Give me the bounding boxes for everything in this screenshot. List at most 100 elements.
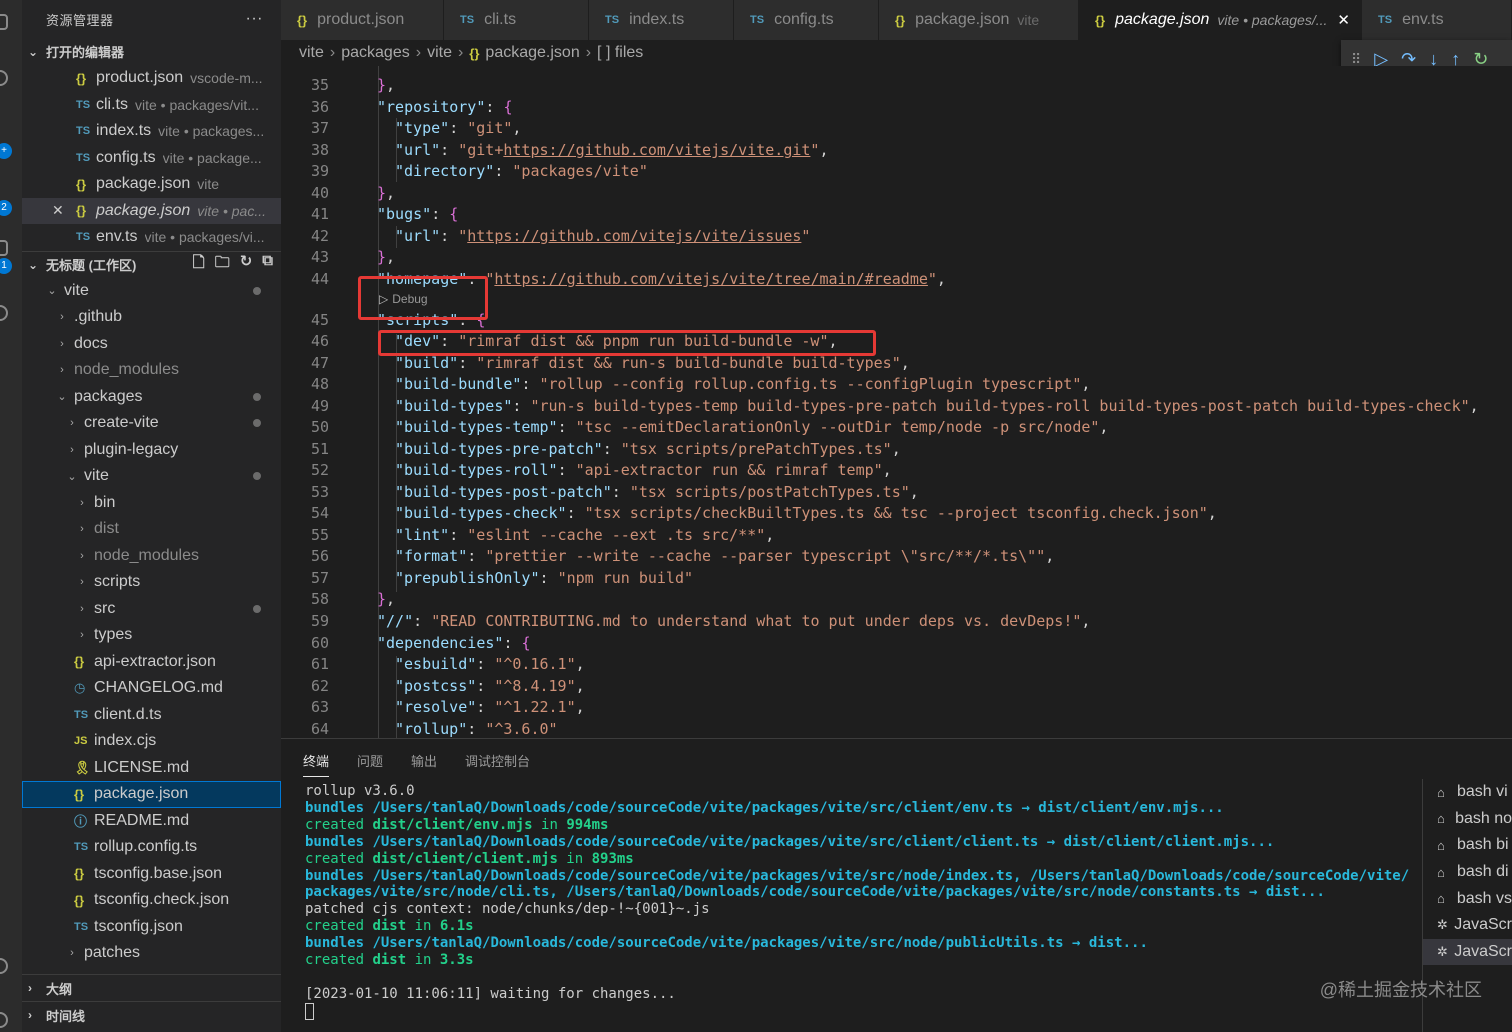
terminal-instance[interactable]: ✲ JavaScr [1423, 912, 1512, 939]
open-editor-name: env.ts [96, 228, 138, 246]
editor-tab[interactable]: TS index.ts [589, 0, 734, 40]
open-editor-item[interactable]: TS index.ts vite • packages... [22, 118, 281, 145]
code-line: "build-types-check": "tsx scripts/checkB… [395, 504, 1217, 522]
terminal-instance-label: bash bi [1457, 836, 1509, 854]
terminal-line [305, 969, 1415, 986]
tree-file[interactable]: TS tsconfig.json [22, 914, 281, 941]
terminal-output[interactable]: rollup v3.6.0 bundles /Users/tanlaQ/Downl… [305, 783, 1415, 1020]
drag-handle-icon[interactable]: ⠿ [1351, 51, 1361, 68]
tree-folder[interactable]: › src [22, 596, 281, 623]
editor-tab[interactable]: TS env.ts [1362, 0, 1512, 40]
settings-gear-icon[interactable] [0, 1012, 8, 1028]
tree-folder[interactable]: › patches [22, 940, 281, 967]
code-line: }, [377, 184, 396, 202]
tree-item-label: vite [64, 281, 89, 299]
open-editor-item[interactable]: {} package.json vite [22, 171, 281, 198]
code-editor[interactable]: 35}, 36 "repository": {37 "type": "git", 38 "… [281, 66, 1512, 738]
tree-folder[interactable]: › node_modules [22, 543, 281, 570]
tree-folder[interactable]: › scripts [22, 569, 281, 596]
refresh-icon[interactable]: ↻ [240, 252, 253, 277]
terminal-instance[interactable]: ⌂ bash no [1423, 806, 1512, 833]
tree-file[interactable]: {} tsconfig.check.json [22, 887, 281, 914]
open-editor-item[interactable]: TS config.ts vite • package... [22, 145, 281, 172]
open-editor-name: package.json [96, 175, 191, 193]
breadcrumb-symbol[interactable]: [ ] files [597, 44, 643, 62]
tree-file[interactable]: ⓘ README.md [22, 808, 281, 835]
breadcrumb-item[interactable]: vite [427, 44, 452, 62]
open-editor-item[interactable]: TS cli.ts vite • packages/vit... [22, 92, 281, 119]
editor-tab[interactable]: {} product.json [281, 0, 444, 40]
code-line: "build": "rimraf dist && run-s build-bun… [395, 354, 910, 372]
open-editor-item[interactable]: TS env.ts vite • packages/vi... [22, 224, 281, 251]
explorer-sidebar: 资源管理器 ··· ⌄ 打开的编辑器 {} product.json vscode-… [22, 0, 281, 1032]
tree-file[interactable]: {} api-extractor.json [22, 649, 281, 676]
line-number: 55 [310, 526, 329, 544]
line-number: 57 [310, 569, 329, 587]
tree-item-label: bin [94, 493, 116, 511]
tree-file[interactable]: TS rollup.config.ts [22, 834, 281, 861]
account-icon[interactable] [0, 958, 8, 974]
close-icon[interactable]: ✕ [1337, 11, 1350, 29]
timeline-header[interactable]: › 时间线 [22, 1001, 281, 1028]
tab-terminal[interactable]: 终端 [303, 751, 330, 777]
collapse-all-icon[interactable]: ⧉ [262, 252, 273, 277]
tree-folder[interactable]: › create-vite [22, 410, 281, 437]
explorer-icon[interactable] [0, 14, 8, 30]
terminal-instance[interactable]: ⌂ bash vi [1423, 779, 1512, 806]
tree-folder[interactable]: › .github [22, 304, 281, 331]
terminal-instance[interactable]: ✲ JavaScr [1423, 938, 1512, 966]
breadcrumb-item[interactable]: packages [341, 44, 410, 62]
terminal-text: patched cjs context: node/chunks/dep-!~{… [305, 901, 710, 918]
tab-problems[interactable]: 问题 [357, 751, 383, 777]
tree-file[interactable]: 🎗 LICENSE.md [22, 755, 281, 782]
open-editor-item[interactable]: ✕ {} package.json vite • pac... [22, 197, 281, 224]
breadcrumb-item[interactable]: vite [299, 44, 324, 62]
editor-tab[interactable]: {} package.json vite [879, 0, 1079, 40]
tree-file[interactable]: {} package.json [22, 781, 281, 808]
code-line: "build-types": "run-s build-types-temp b… [395, 397, 1479, 415]
tree-item-label: patches [84, 944, 141, 962]
tree-folder[interactable]: ⌄ vite [22, 463, 281, 490]
terminal-text: in [557, 850, 592, 867]
search-icon[interactable] [0, 70, 8, 86]
terminal-instance-label: bash vs [1456, 889, 1512, 907]
tree-folder[interactable]: › dist [22, 516, 281, 543]
line-number: 47 [310, 354, 329, 372]
new-folder-icon[interactable]: 🗀 [215, 252, 230, 277]
tab-label: env.ts [1402, 11, 1444, 28]
workspace-header[interactable]: ⌄ 无标题 (工作区) 🗋 🗀 ↻ ⧉ [22, 250, 281, 278]
editor-tab[interactable]: {} package.json vite • packages/... ✕ [1079, 0, 1362, 40]
tree-file[interactable]: ◷ CHANGELOG.md [22, 675, 281, 702]
tree-folder[interactable]: › plugin-legacy [22, 437, 281, 464]
tree-item-label: api-extractor.json [94, 652, 216, 670]
tree-folder[interactable]: › node_modules [22, 357, 281, 384]
outline-header[interactable]: › 大纲 [22, 974, 281, 1001]
editor-tab[interactable]: TS config.ts [734, 0, 879, 40]
tree-item-label: node_modules [94, 546, 199, 564]
breadcrumb-file[interactable]: package.json [485, 44, 579, 62]
close-icon[interactable]: ✕ [52, 202, 64, 219]
terminal-instance[interactable]: ⌂ bash vs [1423, 885, 1512, 912]
tree-file[interactable]: TS client.d.ts [22, 702, 281, 729]
chevron-right-icon: › [60, 337, 64, 350]
editor-tab[interactable]: TS cli.ts [444, 0, 589, 40]
tree-folder[interactable]: ⌄ vite [22, 278, 281, 305]
tree-folder[interactable]: › bin [22, 490, 281, 517]
tab-debug-console[interactable]: 调试控制台 [465, 751, 530, 777]
terminal-text: 3.3s [439, 952, 474, 969]
open-editor-item[interactable]: {} product.json vscode-m... [22, 65, 281, 92]
tree-folder[interactable]: › types [22, 622, 281, 649]
open-editors-header[interactable]: ⌄ 打开的编辑器 [22, 38, 281, 65]
more-actions-icon[interactable]: ··· [246, 10, 263, 28]
terminal-instance[interactable]: ⌂ bash bi [1423, 832, 1512, 859]
tab-output[interactable]: 输出 [411, 751, 437, 777]
new-file-icon[interactable]: 🗋 [193, 252, 205, 277]
tree-folder[interactable]: › docs [22, 331, 281, 358]
tree-file[interactable]: JS index.cjs [22, 728, 281, 755]
remote-icon[interactable] [0, 305, 8, 321]
terminal-text: /Users/tanlaQ/Downloads/code/sourceCode/… [372, 799, 1224, 816]
tree-file[interactable]: {} tsconfig.base.json [22, 861, 281, 888]
terminal-instance[interactable]: ⌂ bash di [1423, 859, 1512, 886]
extensions-icon[interactable] [0, 240, 8, 256]
tree-folder[interactable]: ⌄ packages [22, 384, 281, 411]
